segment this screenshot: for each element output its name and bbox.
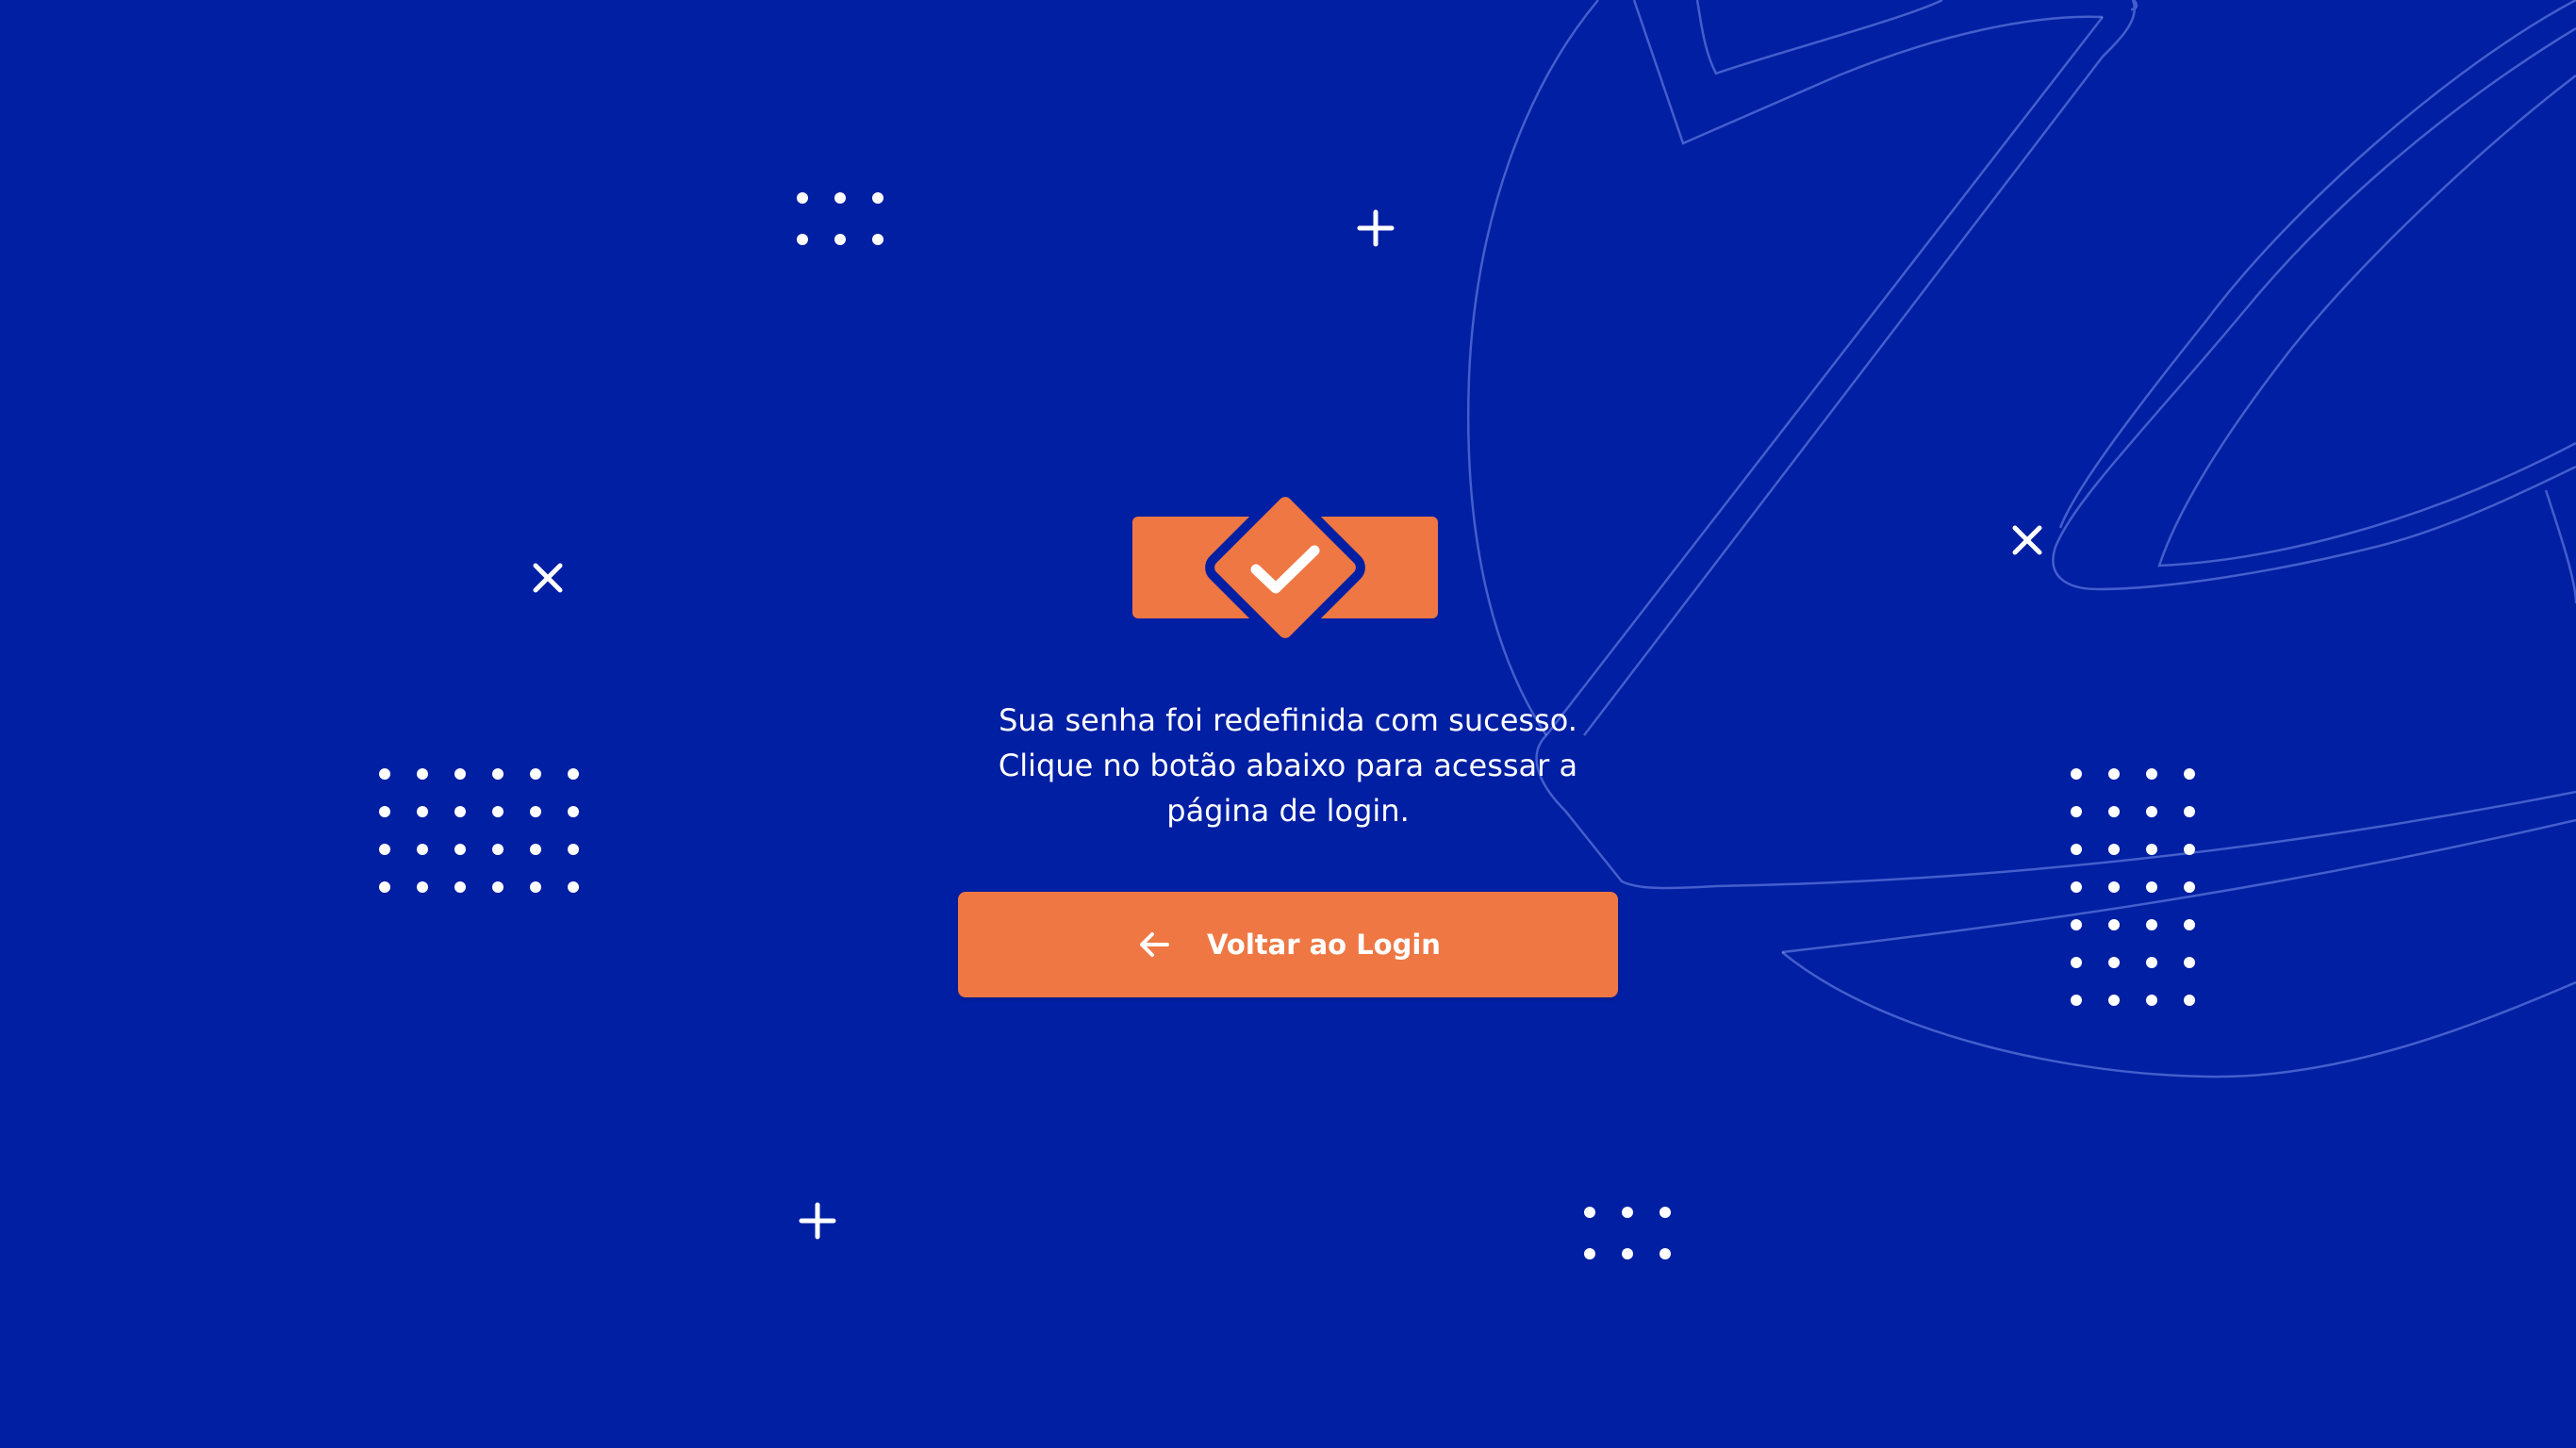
dot-grid-decoration	[1584, 1207, 1671, 1259]
password-reset-success-page: Sua senha foi redefinida com sucesso. Cl…	[0, 0, 2576, 1448]
back-to-login-label: Voltar ao Login	[1207, 929, 1441, 961]
dot-grid-decoration	[2071, 768, 2195, 1006]
plus-icon	[799, 1202, 836, 1240]
check-badge-icon	[1132, 487, 1444, 649]
dot-grid-decoration	[379, 768, 579, 893]
success-panel: Sua senha foi redefinida com sucesso. Cl…	[958, 487, 1618, 997]
dot-grid-decoration	[797, 192, 883, 245]
success-message: Sua senha foi redefinida com sucesso. Cl…	[998, 702, 1578, 829]
plus-icon	[1357, 209, 1395, 247]
x-mark-icon	[2012, 525, 2042, 555]
back-to-login-button[interactable]: Voltar ao Login	[958, 892, 1618, 997]
arrow-left-icon	[1135, 926, 1173, 963]
x-mark-icon	[533, 563, 563, 593]
